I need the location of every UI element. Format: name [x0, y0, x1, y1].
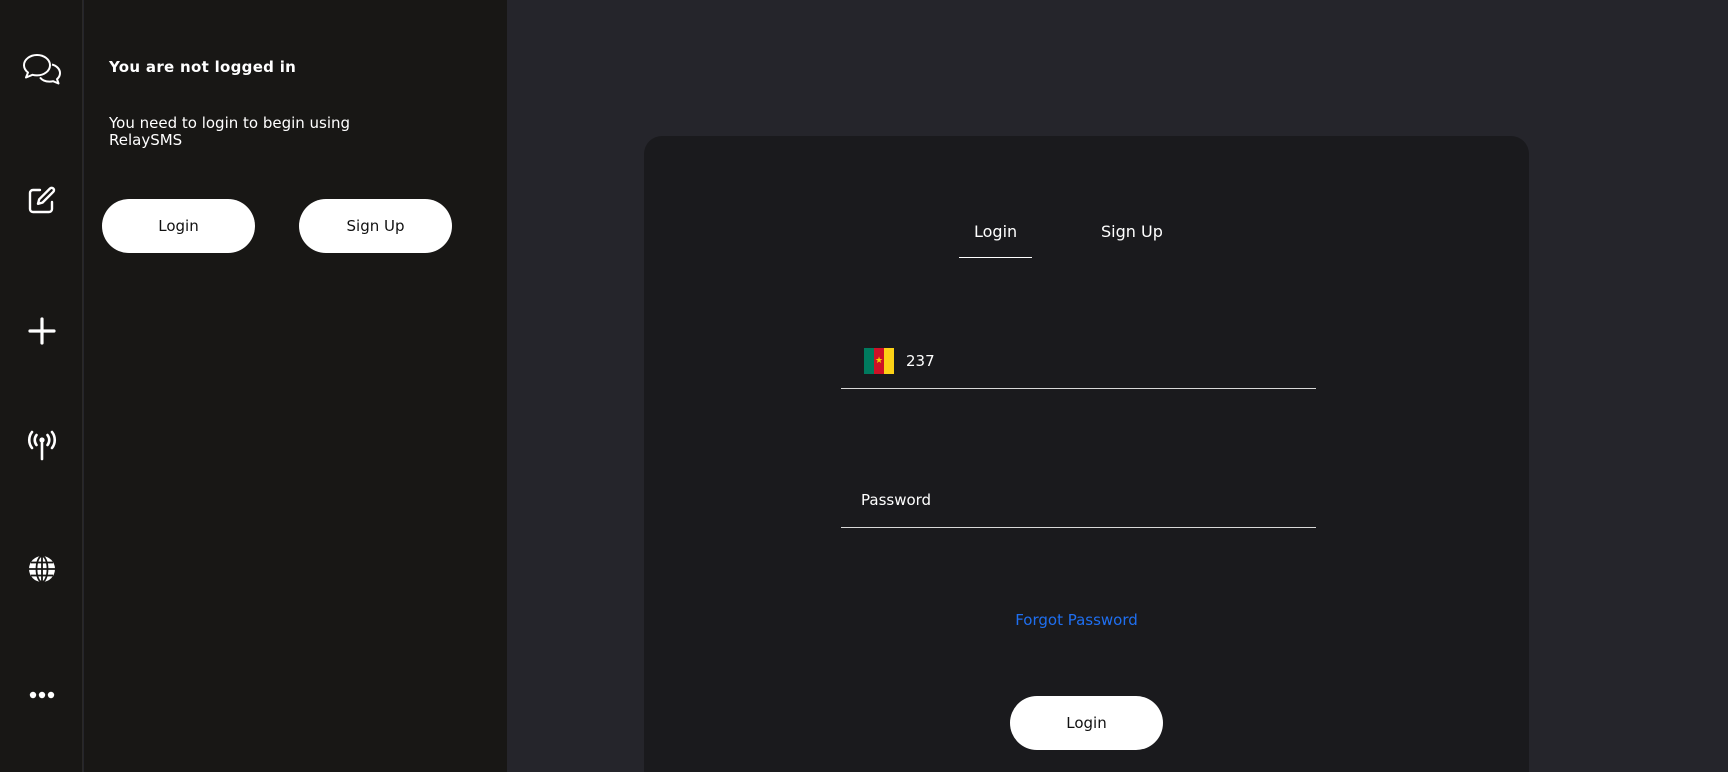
compose-icon	[28, 186, 55, 214]
rail-item-messages[interactable]	[0, 44, 83, 94]
icon-rail	[0, 0, 83, 772]
phone-field[interactable]: ★	[841, 334, 1316, 389]
forgot-password-label: Forgot Password	[1015, 611, 1138, 629]
more-icon	[29, 691, 54, 699]
forgot-password-link[interactable]: Forgot Password	[644, 611, 1529, 629]
tab-login[interactable]: Login	[959, 222, 1033, 258]
rail-item-more[interactable]	[0, 670, 83, 720]
sidebar-message: You need to login to begin using RelaySM…	[109, 114, 351, 149]
country-flag-icon[interactable]: ★	[864, 348, 894, 374]
sidebar-login-button[interactable]: Login	[102, 199, 255, 253]
tab-signup[interactable]: Sign Up	[1086, 222, 1178, 257]
plus-icon	[27, 317, 56, 345]
password-input[interactable]	[861, 491, 1301, 509]
rail-item-add[interactable]	[0, 306, 83, 356]
rail-item-gateway[interactable]	[0, 421, 83, 471]
sidebar-panel: You are not logged in You need to login …	[84, 0, 507, 772]
rail-item-language[interactable]	[0, 544, 83, 594]
globe-icon	[28, 555, 55, 583]
password-field[interactable]	[841, 473, 1316, 528]
auth-card: Login Sign Up ★ Forgot Password Login	[644, 136, 1529, 772]
sidebar-signup-button[interactable]: Sign Up	[299, 199, 452, 253]
login-submit-button[interactable]: Login	[1010, 696, 1163, 750]
sidebar-title: You are not logged in	[109, 58, 297, 76]
phone-input[interactable]	[906, 352, 1306, 370]
rail-item-compose[interactable]	[0, 175, 83, 225]
chat-icon	[22, 54, 61, 85]
antenna-icon	[27, 430, 56, 461]
